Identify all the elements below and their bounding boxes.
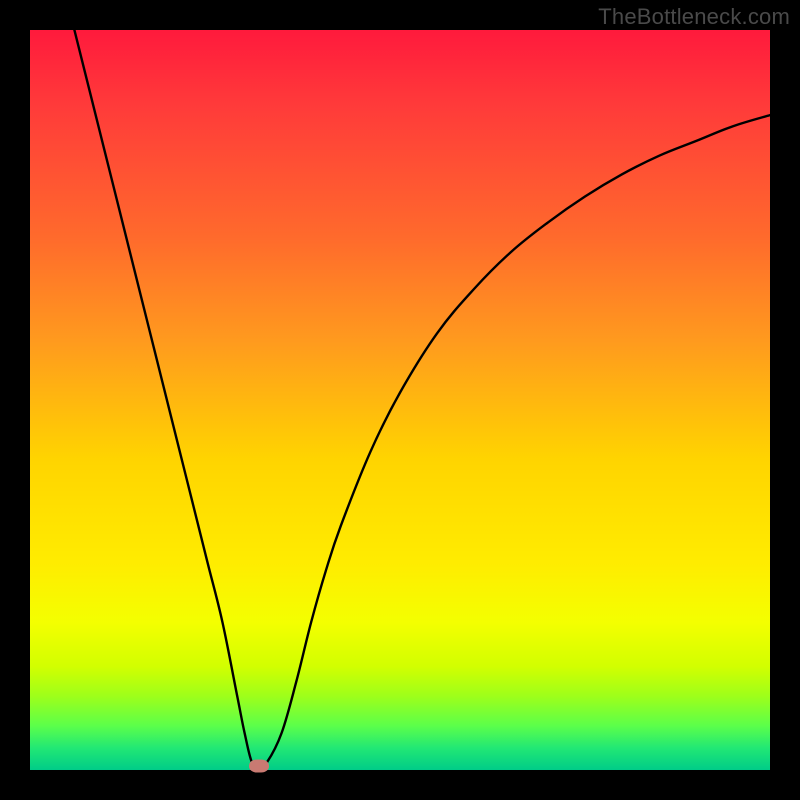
chart-frame: TheBottleneck.com [0,0,800,800]
bottleneck-curve [74,30,770,767]
curve-svg [30,30,770,770]
optimum-marker [249,760,269,773]
plot-area [30,30,770,770]
watermark-text: TheBottleneck.com [598,4,790,30]
